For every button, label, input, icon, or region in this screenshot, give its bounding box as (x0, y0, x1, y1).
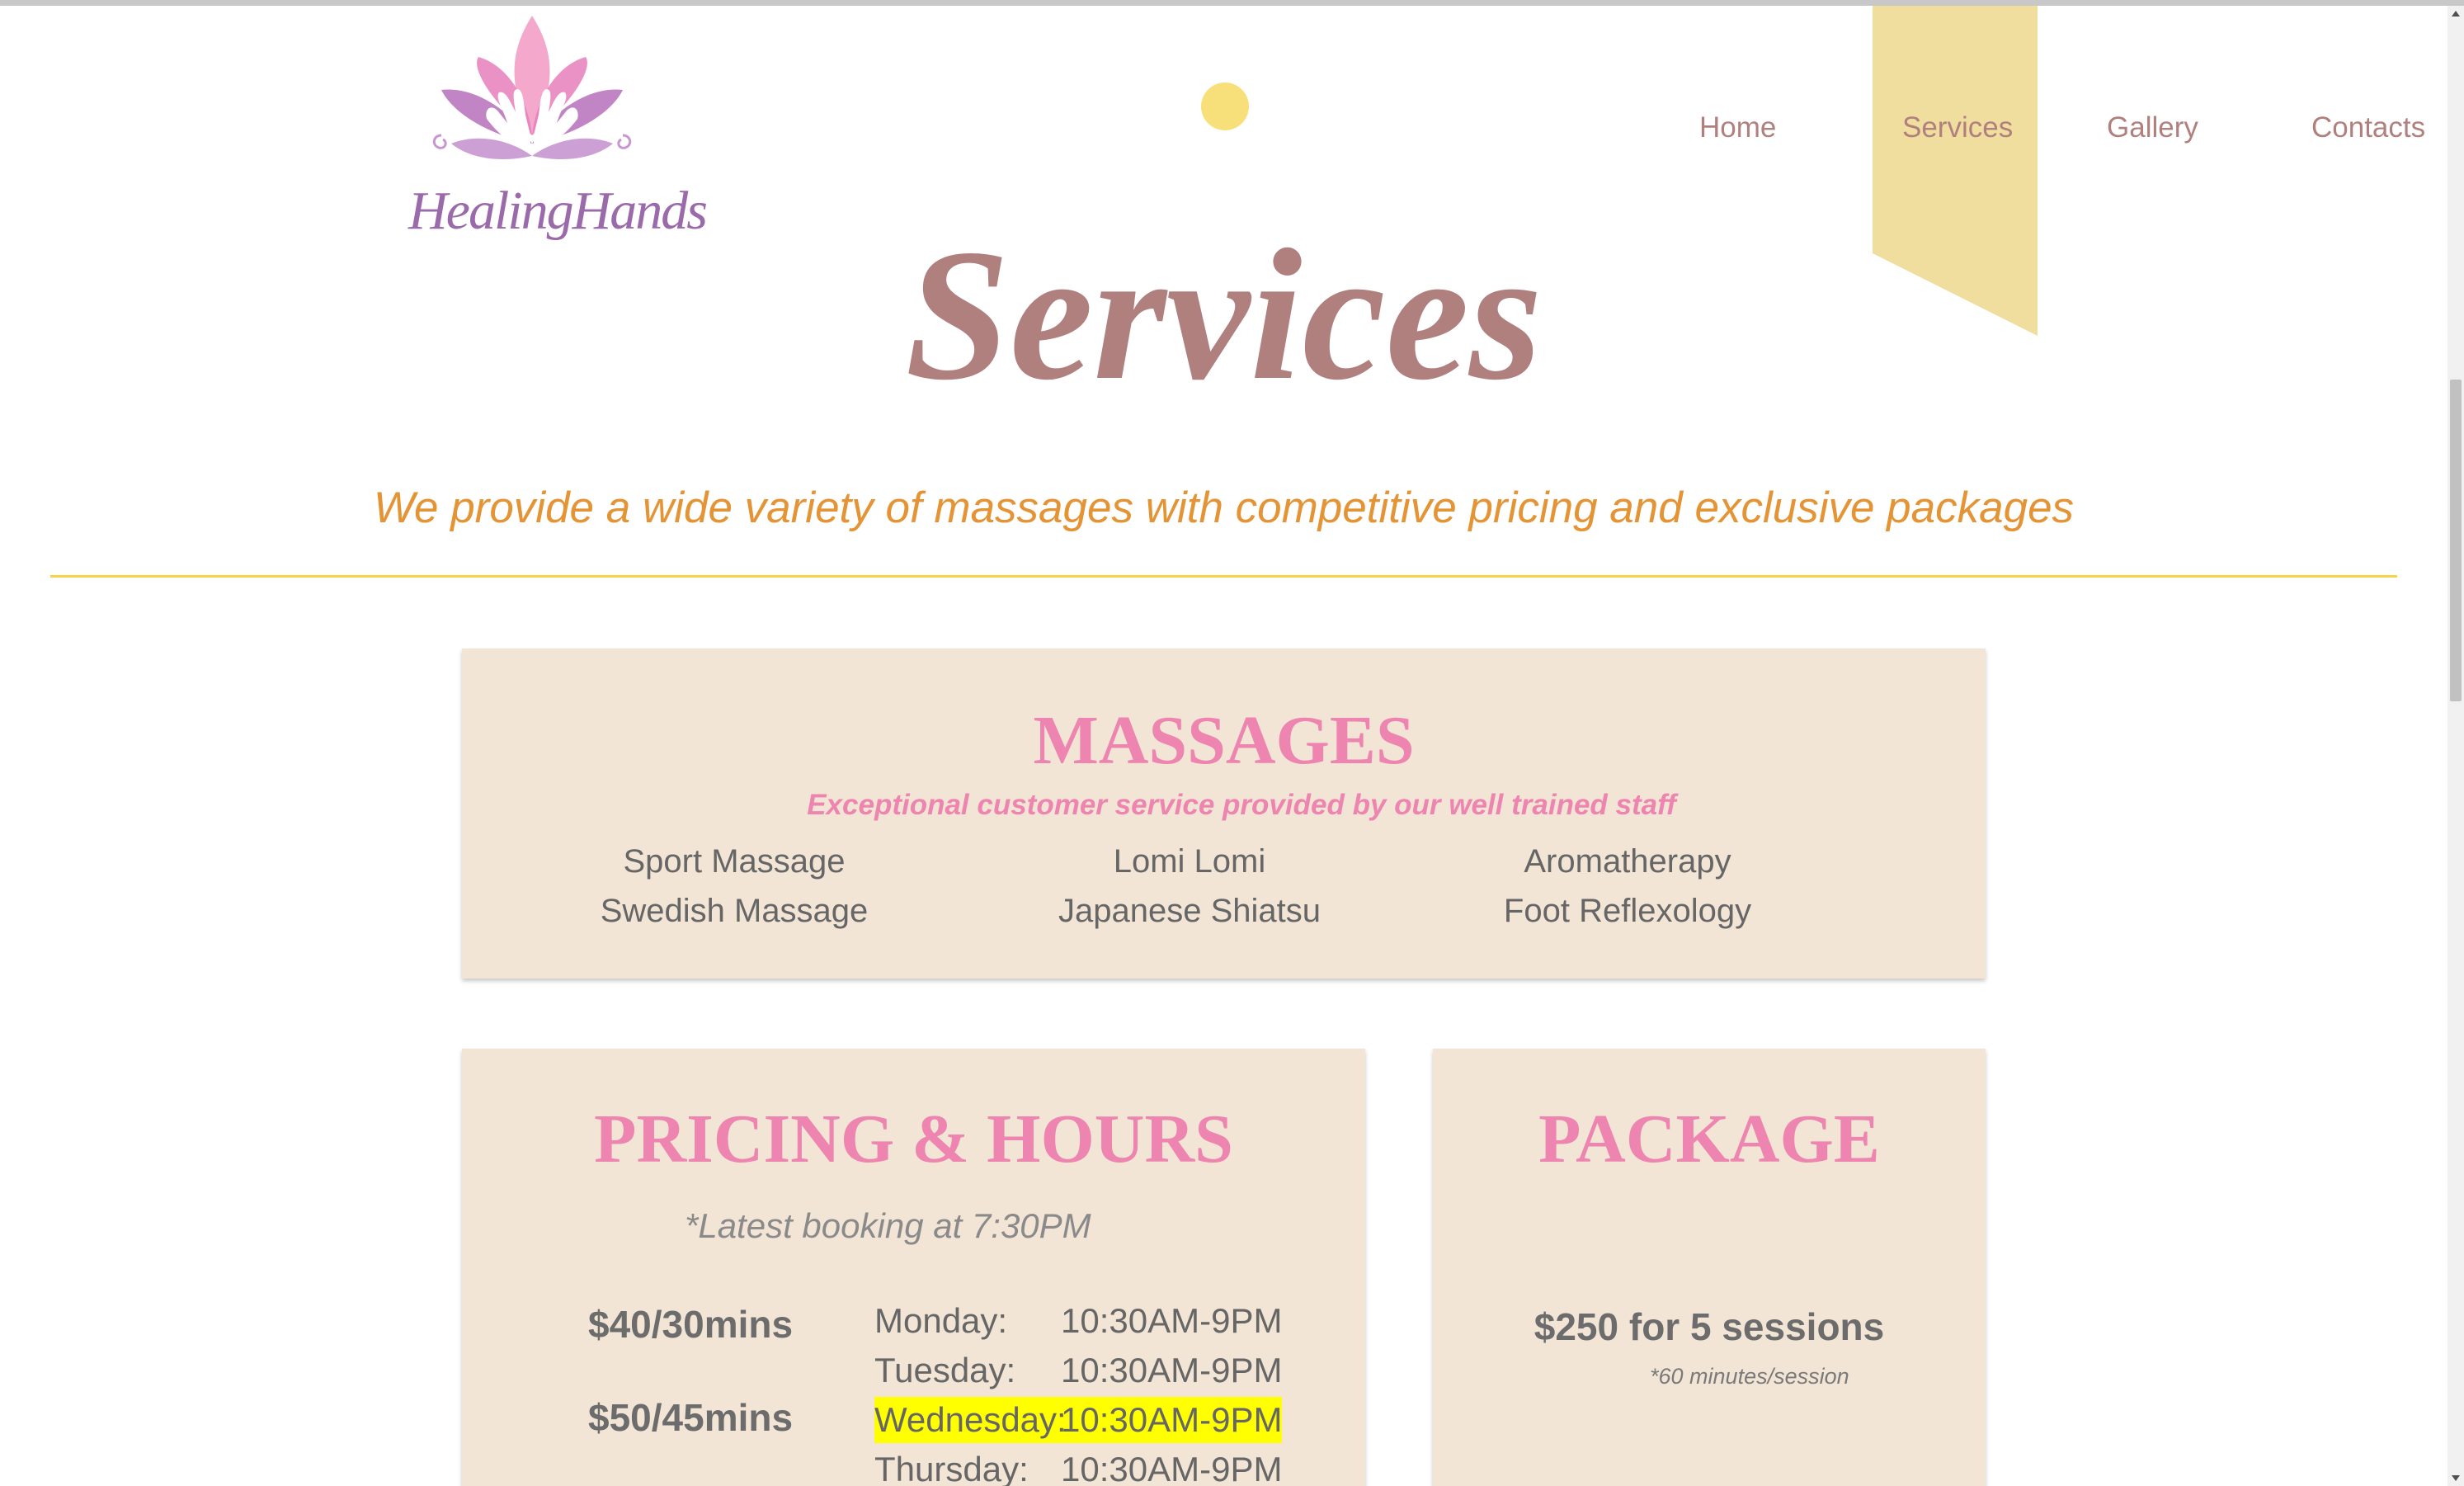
hours-row-tuesday: Tuesday: 10:30AM-9PM (874, 1347, 1282, 1394)
scroll-up-arrow-icon[interactable] (2452, 11, 2460, 17)
lotus-hands-icon (432, 16, 632, 160)
hours-day: Monday: (874, 1301, 1008, 1340)
latest-booking-note: *Latest booking at 7:30PM (685, 1206, 1091, 1245)
pricing-heading: PRICING & HOURS (594, 1101, 1233, 1177)
massages-card: MASSAGES Exceptional customer service pr… (462, 649, 1986, 979)
hours-day: Thursday: (874, 1450, 1029, 1486)
nav-services[interactable]: Services (1902, 111, 2013, 144)
nav-home[interactable]: Home (1699, 111, 1776, 144)
nav-contacts[interactable]: Contacts (2311, 111, 2425, 144)
massage-item: Japanese Shiatsu (1058, 893, 1321, 929)
massage-item: Swedish Massage (600, 893, 869, 929)
hours-time: 10:30AM-9PM (1061, 1351, 1283, 1389)
page-tagline: We provide a wide variety of massages wi… (373, 484, 2075, 532)
page-title: Services (905, 211, 1543, 419)
massage-item: Foot Reflexology (1503, 893, 1752, 929)
package-note: *60 minutes/session (1650, 1364, 1849, 1389)
hours-time: 10:30AM-9PM (1061, 1450, 1283, 1486)
decorative-dot (1201, 83, 1249, 130)
massage-item: Sport Massage (623, 843, 846, 880)
massages-heading: MASSAGES (1033, 702, 1415, 779)
hours-row-wednesday: Wednesday:10:30AM-9PM (874, 1397, 1282, 1443)
window-top-border (0, 0, 2464, 6)
massage-item: Aromatherapy (1524, 843, 1731, 880)
massage-item: Lomi Lomi (1113, 843, 1266, 880)
package-card: PACKAGE $250 for 5 sessions *60 minutes/… (1433, 1049, 1986, 1486)
vertical-scrollbar[interactable] (2448, 6, 2464, 1486)
hours-time: 10:30AM-9PM (1061, 1301, 1283, 1340)
price-45min: $50/45mins (588, 1396, 794, 1439)
package-price: $250 for 5 sessions (1534, 1305, 1885, 1348)
hours-row-monday: Monday: 10:30AM-9PM (874, 1298, 1282, 1344)
section-divider (50, 575, 2397, 578)
nav-gallery[interactable]: Gallery (2107, 111, 2198, 144)
price-30min: $40/30mins (588, 1303, 794, 1346)
hours-time: 10:30AM-9PM (1061, 1400, 1283, 1439)
scroll-thumb[interactable] (2450, 380, 2462, 701)
hours-day: Tuesday: (874, 1351, 1016, 1389)
pricing-hours-card: PRICING & HOURS *Latest booking at 7:30P… (462, 1049, 1365, 1486)
scroll-down-arrow-icon[interactable] (2452, 1475, 2460, 1481)
massages-subtitle: Exceptional customer service provided by… (807, 789, 1676, 821)
package-heading: PACKAGE (1538, 1101, 1880, 1177)
hours-row-thursday: Thursday: 10:30AM-9PM (874, 1446, 1282, 1486)
hours-day: Wednesday: (874, 1400, 1067, 1439)
